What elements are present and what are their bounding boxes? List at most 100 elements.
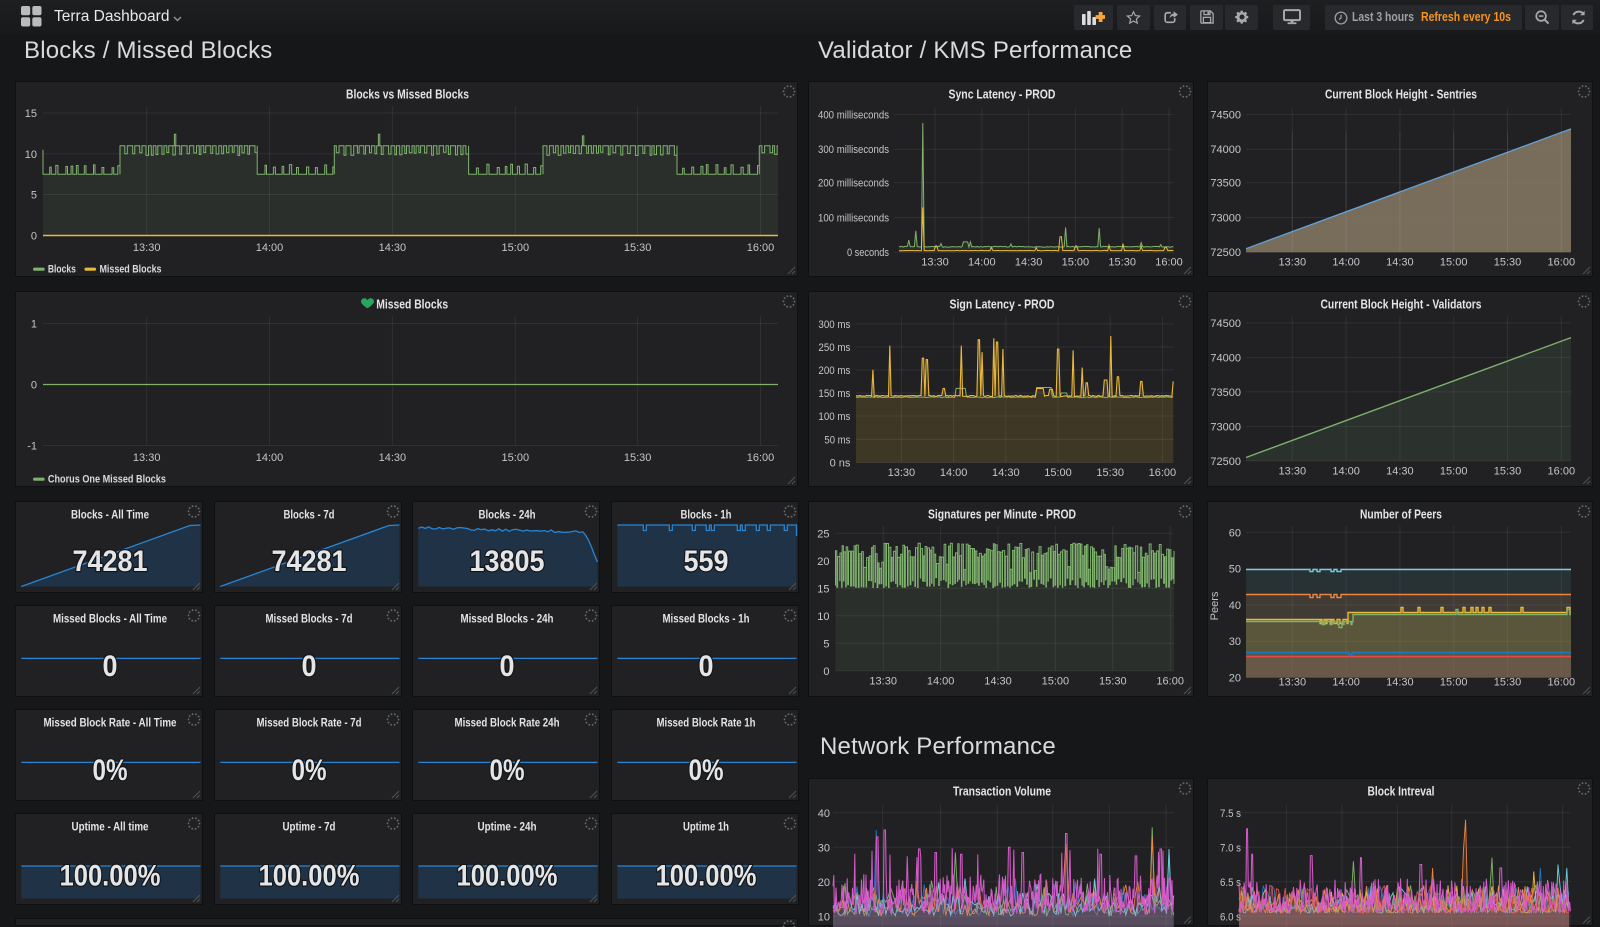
svg-text:Signatures per Minute - PROD: Signatures per Minute - PROD: [928, 507, 1076, 522]
svg-text:Chorus One Missed Blocks: Chorus One Missed Blocks: [48, 474, 166, 486]
svg-text:20: 20: [818, 876, 830, 888]
svg-text:15:30: 15:30: [1099, 676, 1127, 688]
svg-text:Refresh every 10s: Refresh every 10s: [1421, 9, 1511, 24]
svg-text:Sign Latency - PROD: Sign Latency - PROD: [950, 297, 1055, 312]
svg-text:100.00%: 100.00%: [655, 859, 756, 892]
svg-text:15:00: 15:00: [1440, 677, 1468, 689]
svg-text:14:30: 14:30: [379, 242, 407, 254]
svg-text:16:00: 16:00: [747, 242, 775, 254]
svg-text:Blocks: Blocks: [48, 264, 76, 276]
svg-text:14:30: 14:30: [1015, 257, 1043, 269]
svg-text:-1: -1: [27, 441, 37, 453]
svg-text:30: 30: [1229, 636, 1241, 648]
svg-text:100.00%: 100.00%: [60, 859, 161, 892]
svg-text:Number of Peers: Number of Peers: [1360, 507, 1442, 522]
svg-text:Blocks - 7d: Blocks - 7d: [283, 508, 334, 522]
svg-text:0%: 0%: [93, 754, 128, 787]
svg-text:72500: 72500: [1210, 456, 1241, 468]
svg-text:15:00: 15:00: [1440, 466, 1468, 478]
svg-text:10: 10: [817, 611, 829, 623]
svg-text:16:00: 16:00: [1149, 467, 1177, 479]
svg-text:25: 25: [817, 528, 829, 540]
svg-text:14:00: 14:00: [927, 676, 955, 688]
svg-text:7.5 s: 7.5 s: [1220, 807, 1241, 819]
svg-text:300 milliseconds: 300 milliseconds: [818, 144, 889, 156]
svg-text:1: 1: [31, 319, 37, 331]
svg-text:74281: 74281: [73, 545, 148, 578]
svg-text:15:00: 15:00: [502, 242, 530, 254]
svg-text:Blocks - All Time: Blocks - All Time: [71, 508, 149, 522]
svg-text:13:30: 13:30: [133, 452, 161, 464]
svg-text:74000: 74000: [1210, 352, 1241, 364]
svg-text:14:30: 14:30: [379, 452, 407, 464]
svg-text:13805: 13805: [470, 545, 545, 578]
svg-text:73000: 73000: [1210, 421, 1241, 433]
svg-text:15: 15: [817, 583, 829, 595]
svg-text:Blocks vs Missed Blocks: Blocks vs Missed Blocks: [346, 87, 469, 102]
svg-text:73500: 73500: [1210, 178, 1241, 190]
svg-text:14:30: 14:30: [992, 467, 1020, 479]
svg-text:Missed Blocks - 1h: Missed Blocks - 1h: [662, 612, 749, 626]
svg-text:0 seconds: 0 seconds: [847, 247, 889, 259]
svg-text:0%: 0%: [291, 754, 326, 787]
svg-text:Uptime - 7d: Uptime - 7d: [282, 820, 335, 834]
svg-text:7.0 s: 7.0 s: [1220, 842, 1241, 854]
svg-text:0: 0: [301, 650, 316, 683]
svg-text:60: 60: [1229, 527, 1241, 539]
svg-text:14:00: 14:00: [940, 467, 968, 479]
svg-text:100 milliseconds: 100 milliseconds: [818, 213, 889, 225]
svg-text:0: 0: [698, 650, 713, 683]
svg-text:Last 3 hours: Last 3 hours: [1352, 9, 1414, 24]
svg-text:Uptime - All time: Uptime - All time: [72, 820, 149, 834]
svg-text:16:00: 16:00: [1155, 257, 1183, 269]
svg-text:100 ms: 100 ms: [818, 411, 850, 423]
svg-text:16:00: 16:00: [1548, 677, 1576, 689]
svg-text:150 ms: 150 ms: [818, 388, 850, 400]
svg-text:13:30: 13:30: [1279, 257, 1307, 269]
svg-text:Block Intreval: Block Intreval: [1368, 783, 1435, 798]
svg-text:73500: 73500: [1210, 387, 1241, 399]
svg-text:200 milliseconds: 200 milliseconds: [818, 178, 889, 190]
svg-text:14:30: 14:30: [1386, 257, 1414, 269]
svg-text:6.5 s: 6.5 s: [1220, 876, 1241, 888]
svg-text:16:00: 16:00: [747, 452, 775, 464]
svg-text:5: 5: [823, 638, 829, 650]
svg-text:14:00: 14:00: [968, 257, 996, 269]
svg-text:15:00: 15:00: [1062, 257, 1090, 269]
svg-text:14:00: 14:00: [256, 242, 284, 254]
svg-text:40: 40: [1229, 600, 1241, 612]
svg-text:14:30: 14:30: [1386, 677, 1414, 689]
svg-text:0: 0: [31, 231, 37, 243]
svg-text:10: 10: [25, 149, 37, 161]
svg-text:16:00: 16:00: [1548, 466, 1576, 478]
svg-text:14:30: 14:30: [1386, 466, 1414, 478]
svg-text:15: 15: [25, 108, 37, 120]
svg-text:0: 0: [500, 650, 515, 683]
svg-text:15:30: 15:30: [1096, 467, 1124, 479]
svg-text:Missed Blocks: Missed Blocks: [100, 264, 162, 276]
svg-text:Missed Block Rate 24h: Missed Block Rate 24h: [455, 716, 560, 730]
svg-text:0%: 0%: [688, 754, 723, 787]
svg-text:300 ms: 300 ms: [818, 319, 850, 331]
svg-text:Missed Block Rate - All Time: Missed Block Rate - All Time: [44, 716, 177, 730]
svg-text:13:30: 13:30: [869, 676, 897, 688]
svg-text:0 ns: 0 ns: [830, 458, 851, 470]
svg-text:20: 20: [817, 556, 829, 568]
svg-text:0: 0: [31, 380, 37, 392]
svg-text:15:30: 15:30: [624, 452, 652, 464]
svg-text:73000: 73000: [1210, 213, 1241, 225]
svg-text:100.00%: 100.00%: [457, 859, 558, 892]
svg-text:14:30: 14:30: [984, 676, 1012, 688]
svg-text:15:00: 15:00: [502, 452, 530, 464]
svg-text:15:30: 15:30: [1494, 257, 1522, 269]
svg-text:Missed Blocks - 7d: Missed Blocks - 7d: [265, 612, 352, 626]
svg-text:Sync Latency - PROD: Sync Latency - PROD: [949, 87, 1056, 102]
svg-text:14:00: 14:00: [1332, 257, 1360, 269]
svg-text:15:30: 15:30: [1494, 466, 1522, 478]
svg-text:100.00%: 100.00%: [258, 859, 359, 892]
svg-text:250 ms: 250 ms: [818, 342, 850, 354]
svg-text:14:00: 14:00: [1332, 466, 1360, 478]
svg-text:40: 40: [818, 807, 830, 819]
svg-text:30: 30: [818, 842, 830, 854]
svg-text:16:00: 16:00: [1156, 676, 1184, 688]
